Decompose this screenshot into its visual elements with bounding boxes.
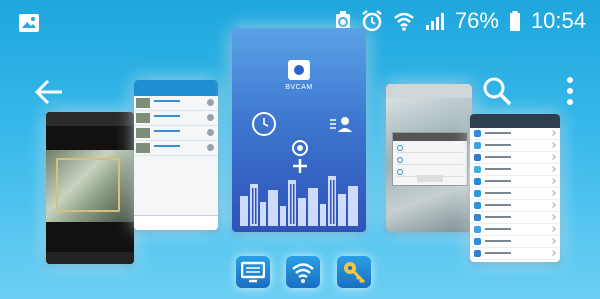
bottom-dock [0,256,600,296]
list-item [134,126,218,141]
back-arrow-icon[interactable] [34,78,64,111]
clock-icon [252,112,276,136]
screenshot-card-settings-dialog[interactable] [386,84,472,232]
list-item [470,164,560,176]
wifi-icon[interactable] [286,256,320,288]
list-item [470,224,560,236]
clock-time: 10:54 [530,8,586,33]
screenshot-card-app-main[interactable]: BVCAM [232,28,366,232]
screenshot-card-settings-list[interactable] [470,114,560,262]
list-item [470,188,560,200]
user-list-icon [330,116,352,132]
key-icon[interactable] [337,256,371,288]
wifi-icon [393,11,415,31]
list-item [470,212,560,224]
list-item [470,140,560,152]
app-name: BVCAM [285,84,313,91]
gallery-icon [18,13,40,38]
list-item [134,141,218,156]
dialog-box [392,132,468,186]
screenshot-card-camera-feed[interactable] [46,112,134,264]
list-item [470,176,560,188]
more-vert-icon[interactable] [566,76,574,111]
search-icon[interactable] [482,76,512,111]
list-item [470,152,560,164]
list-item [470,200,560,212]
signal-icon [425,11,445,31]
battery-percent: 76% [454,8,499,33]
camera-logo-icon [288,60,310,80]
list-item [470,236,560,248]
list-item [134,111,218,126]
screenshot-card-device-list[interactable] [134,80,218,230]
monitor-icon[interactable] [236,256,270,288]
battery-icon [509,11,521,31]
list-item [134,96,218,111]
list-item [470,128,560,140]
city-skyline-image [238,166,360,226]
camera-feed-image [46,150,134,222]
